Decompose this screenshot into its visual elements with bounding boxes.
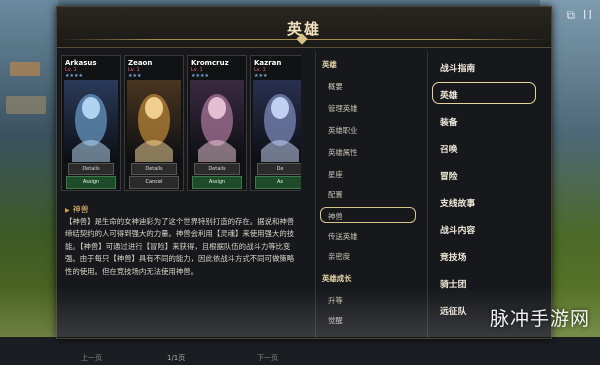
topic-item[interactable]: 装备 (440, 115, 458, 128)
topic-item[interactable]: 战斗指南 (440, 61, 475, 74)
details-button[interactable]: Details (131, 163, 177, 175)
next-page-button[interactable]: 下一页 (257, 353, 278, 363)
subtopic-item[interactable]: 传送英雄 (328, 231, 358, 242)
hero-stars: ★★★ (128, 73, 142, 79)
hero-name: Kazran (254, 59, 282, 67)
title-bar: 英雄 (57, 7, 551, 48)
hero-stars: ★★★★ (191, 73, 209, 79)
hero-card[interactable]: Kazran Lv. 1 ★★★ De As (250, 55, 301, 191)
hero-card[interactable]: Kromcruz Lv. 1 ★★★★ Details Assign (187, 55, 247, 191)
hero-card[interactable]: Zeaon Lv. 1 ★★★ Details Cancel (124, 55, 184, 191)
nav-group-heading: 英雄 (322, 60, 337, 69)
hud-chip (10, 62, 40, 76)
description-text: 【神兽】是生命的女神迪彩为了这个世界特别打造的存在。据说和神兽缔结契约的人可得到… (65, 217, 295, 276)
section-title: 神兽 (65, 204, 89, 215)
assign-button[interactable]: Assign (66, 176, 116, 189)
details-button[interactable]: Details (194, 163, 240, 175)
topic-item[interactable]: 召唤 (440, 142, 458, 155)
hero-portrait (64, 80, 118, 162)
pager: 上一页 1/1页 下一页 (61, 353, 301, 365)
subtopic-item[interactable]: 英雄职业 (328, 125, 358, 136)
topic-item[interactable]: 冒险 (440, 169, 458, 182)
hero-portrait (127, 80, 181, 162)
hero-card-strip: Arkasus Lv. 1 ★★★★ Details Assign Zeaon … (61, 55, 301, 191)
hero-portrait (190, 80, 244, 162)
assign-button[interactable]: Assign (192, 176, 242, 189)
page-indicator: 1/1页 (167, 354, 186, 362)
topic-item[interactable]: 英雄 (440, 88, 458, 101)
cancel-button[interactable]: Cancel (129, 176, 179, 189)
details-button[interactable]: Details (68, 163, 114, 175)
subtopic-item[interactable]: 亲密度 (328, 251, 350, 262)
hero-stars: ★★★★ (65, 73, 83, 79)
hero-portrait (253, 80, 301, 162)
hero-stars: ★★★ (254, 73, 268, 79)
topic-item[interactable]: 支线故事 (440, 196, 475, 209)
hero-card[interactable]: Arkasus Lv. 1 ★★★★ Details Assign (61, 55, 121, 191)
subtopic-item[interactable]: 配置 (328, 189, 343, 200)
details-button[interactable]: De (257, 163, 301, 175)
subtopic-item[interactable]: 管理英雄 (328, 103, 358, 114)
topic-item[interactable]: 竞技场 (440, 250, 466, 263)
hero-name: Zeaon (128, 59, 153, 67)
subtopic-item[interactable]: 英雄属性 (328, 147, 358, 158)
hero-name: Kromcruz (191, 59, 229, 67)
hero-name: Arkasus (65, 59, 97, 67)
subtopic-item[interactable]: 概要 (328, 81, 343, 92)
pause-icon[interactable]: ⧉ II (567, 8, 594, 23)
prev-page-button[interactable]: 上一页 (81, 353, 102, 363)
topic-item[interactable]: 战斗内容 (440, 223, 475, 236)
subtopic-item[interactable]: 神兽 (328, 211, 343, 222)
subtopic-item[interactable]: 星座 (328, 169, 343, 180)
hud-chip (6, 96, 46, 114)
assign-button[interactable]: As (255, 176, 301, 189)
nav-group-heading: 英雄成长 (322, 274, 352, 283)
watermark-logo: 脉冲手游网 (489, 308, 590, 330)
